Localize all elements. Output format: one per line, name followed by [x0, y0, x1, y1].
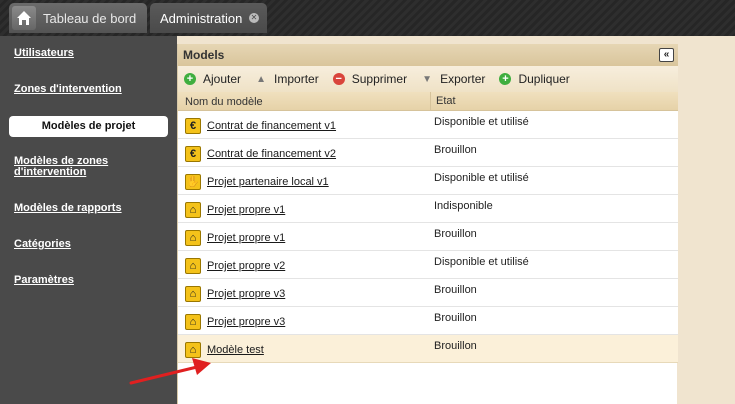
- duplicate-button[interactable]: + Dupliquer: [499, 72, 570, 86]
- model-state: Brouillon: [434, 284, 477, 296]
- collapse-panel-button[interactable]: «: [659, 48, 674, 62]
- table-header: Nom du modèle Etat: [178, 92, 678, 111]
- sidebar-item-utilisateurs[interactable]: Utilisateurs: [14, 48, 74, 59]
- model-name-link[interactable]: Projet propre v3: [207, 316, 285, 328]
- column-header-name[interactable]: Nom du modèle: [185, 96, 263, 108]
- model-name-link[interactable]: Contrat de financement v1: [207, 120, 336, 132]
- table-row[interactable]: € Contrat de financement v1 Disponible e…: [178, 111, 678, 139]
- add-button[interactable]: + Ajouter: [184, 72, 241, 86]
- sidebar-item-modeles-zones[interactable]: Modèles de zones d'intervention: [14, 156, 108, 178]
- model-state: Disponible et utilisé: [434, 256, 529, 268]
- house-icon: ⌂: [185, 202, 201, 218]
- table-row[interactable]: ⌂ Projet propre v2 Disponible et utilisé: [178, 251, 678, 279]
- model-state: Indisponible: [434, 200, 493, 212]
- euro-icon: €: [185, 146, 201, 162]
- export-icon: ▼: [422, 73, 433, 85]
- import-icon: ▲: [256, 73, 266, 85]
- import-button[interactable]: ▲ Importer: [255, 72, 319, 86]
- table-row[interactable]: ⌂ Projet propre v3 Brouillon: [178, 279, 678, 307]
- panel-header: Models «: [178, 44, 678, 66]
- top-tab-bar: Tableau de bord Administration ✕: [0, 0, 735, 36]
- models-table-body: € Contrat de financement v1 Disponible e…: [178, 111, 678, 363]
- model-state: Disponible et utilisé: [434, 172, 529, 184]
- sidebar-item-modeles-zones-line2: d'intervention: [14, 166, 87, 178]
- sidebar-item-modeles-projet[interactable]: Modèles de projet: [9, 116, 168, 137]
- home-icon: [12, 6, 36, 30]
- model-name-link[interactable]: Projet propre v3: [207, 288, 285, 300]
- panel-title: Models: [183, 48, 225, 62]
- model-state: Brouillon: [434, 144, 477, 156]
- sidebar-item-zones-intervention[interactable]: Zones d'intervention: [14, 84, 122, 95]
- house-icon: ⌂: [185, 314, 201, 330]
- duplicate-button-label: Dupliquer: [518, 72, 570, 86]
- euro-icon: €: [185, 118, 201, 134]
- table-row[interactable]: ⌂ Projet propre v1 Brouillon: [178, 223, 678, 251]
- table-row-selected[interactable]: ⌂ Modèle test Brouillon: [178, 335, 678, 363]
- add-button-label: Ajouter: [203, 72, 242, 86]
- import-button-label: Importer: [274, 72, 319, 86]
- annotation-arrow: [129, 358, 211, 385]
- model-state: Disponible et utilisé: [434, 116, 529, 128]
- house-icon: ⌂: [185, 286, 201, 302]
- model-name-link[interactable]: Projet propre v1: [207, 204, 285, 216]
- table-row[interactable]: ⌂ Projet propre v1 Indisponible: [178, 195, 678, 223]
- table-row[interactable]: ✋ Projet partenaire local v1 Disponible …: [178, 167, 678, 195]
- house-icon: ⌂: [185, 230, 201, 246]
- export-button-label: Exporter: [440, 72, 486, 86]
- house-icon: ⌂: [185, 258, 201, 274]
- delete-icon: −: [332, 73, 345, 85]
- sidebar-item-categories[interactable]: Catégories: [14, 239, 71, 250]
- duplicate-icon: +: [499, 73, 512, 85]
- models-panel: Models « + Ajouter ▲ Importer − Supprime…: [177, 44, 678, 404]
- handshake-icon: ✋: [185, 174, 201, 190]
- table-row[interactable]: ⌂ Projet propre v3 Brouillon: [178, 307, 678, 335]
- table-row[interactable]: € Contrat de financement v2 Brouillon: [178, 139, 678, 167]
- model-name-link[interactable]: Projet partenaire local v1: [207, 176, 329, 188]
- models-toolbar: + Ajouter ▲ Importer − Supprimer ▼ Expor…: [178, 66, 678, 92]
- close-tab-icon[interactable]: ✕: [249, 13, 259, 23]
- delete-button-label: Supprimer: [351, 72, 408, 86]
- model-state: Brouillon: [434, 312, 477, 324]
- tab-administration[interactable]: Administration ✕: [150, 3, 267, 33]
- model-name-link[interactable]: Projet propre v2: [207, 260, 285, 272]
- model-name-link[interactable]: Projet propre v1: [207, 232, 285, 244]
- export-button[interactable]: ▼ Exporter: [421, 72, 485, 86]
- add-icon: +: [184, 73, 196, 85]
- sidebar-item-modeles-rapports[interactable]: Modèles de rapports: [14, 203, 122, 214]
- model-name-link[interactable]: Contrat de financement v2: [207, 148, 336, 160]
- column-header-state[interactable]: Etat: [430, 92, 456, 111]
- model-state: Brouillon: [434, 340, 477, 352]
- tab-dashboard[interactable]: Tableau de bord: [9, 3, 147, 33]
- tab-administration-label: Administration: [160, 10, 243, 26]
- model-state: Brouillon: [434, 228, 477, 240]
- sidebar-item-parametres[interactable]: Paramètres: [14, 275, 74, 286]
- delete-button[interactable]: − Supprimer: [332, 72, 408, 86]
- admin-sidebar: Utilisateurs Zones d'intervention Modèle…: [0, 36, 177, 404]
- tab-dashboard-label: Tableau de bord: [43, 10, 137, 26]
